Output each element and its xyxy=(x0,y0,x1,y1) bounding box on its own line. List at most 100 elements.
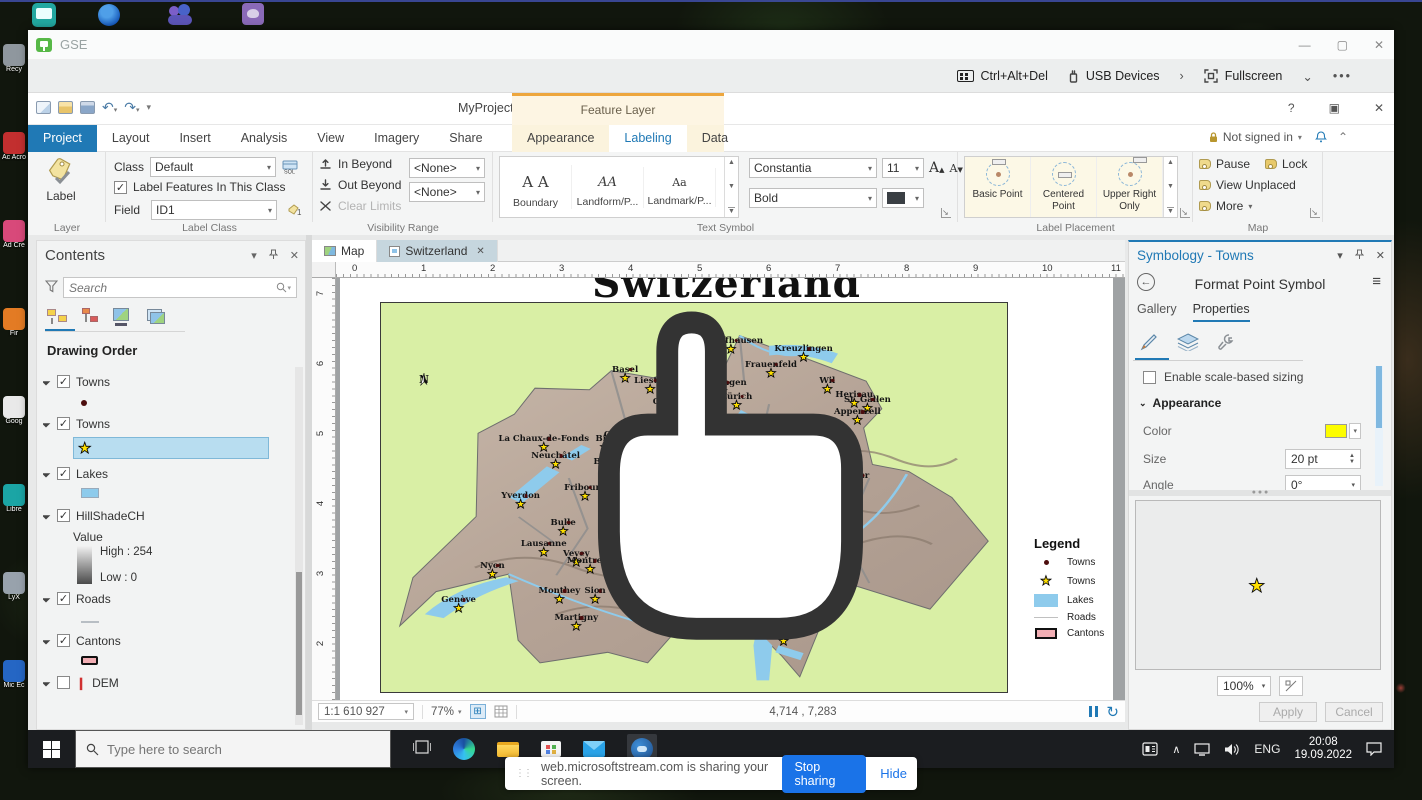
view-tab-map[interactable]: Map xyxy=(312,240,378,262)
label-placement-gallery[interactable]: Basic Point Centered Point Upper Right Onl… xyxy=(964,156,1178,218)
show-hidden-icons-chevron[interactable]: ∧ xyxy=(1172,743,1180,756)
tab-share[interactable]: Share xyxy=(434,125,497,152)
taskbar-clock[interactable]: 20:08 19.09.2022 xyxy=(1294,736,1352,762)
view-selection-icon[interactable] xyxy=(113,307,137,327)
desktop-shortcut[interactable]: Ac Acro xyxy=(1,132,27,161)
label-placement-option[interactable]: Basic Point xyxy=(965,157,1031,217)
layer-row[interactable]: ◢ ✓ Cantons xyxy=(43,630,291,651)
contents-scrollbar[interactable] xyxy=(295,367,303,725)
menu-icon[interactable]: ≡ xyxy=(1372,273,1381,290)
layer-row[interactable]: ◢ ❙ DEM xyxy=(43,672,291,693)
gallery-scrollbar[interactable]: ▲ ▼ ▼ xyxy=(1163,157,1177,217)
desktop-icon-people[interactable] xyxy=(168,4,192,26)
help-button[interactable]: ? xyxy=(1288,101,1295,115)
drag-grip-icon[interactable]: ⋮⋮ xyxy=(515,768,533,779)
symbol-layers-icon[interactable] xyxy=(1177,333,1199,351)
zoom-dropdown[interactable]: 77% ▾ xyxy=(431,706,462,718)
store-icon[interactable] xyxy=(541,741,561,757)
preview-zoom-dropdown[interactable]: 100% ▾ xyxy=(1217,676,1271,696)
layer-symbol-lake[interactable] xyxy=(81,487,291,501)
layer-name[interactable]: HillShadeCH xyxy=(76,509,145,523)
layer-checkbox-unchecked[interactable] xyxy=(57,676,70,689)
appearance-section-header[interactable]: ⌄ Appearance xyxy=(1139,392,1361,414)
preview-toggle-button[interactable] xyxy=(1279,676,1303,696)
view-drawing-order-icon[interactable] xyxy=(47,307,71,327)
map-dialog-launcher[interactable]: ↘ xyxy=(1310,208,1320,218)
tab-imagery[interactable]: Imagery xyxy=(359,125,434,152)
gse-minimize-button[interactable]: — xyxy=(1299,38,1311,52)
desktop-shortcut[interactable]: LyX xyxy=(1,572,27,601)
font-style-dropdown[interactable]: Bold ▾ xyxy=(749,188,877,208)
font-dropdown[interactable]: Constantia ▾ xyxy=(749,158,877,178)
save-project-icon[interactable] xyxy=(80,101,95,114)
out-beyond-button[interactable]: Out Beyond xyxy=(319,178,401,192)
view-unplaced-button[interactable]: View Unplaced xyxy=(1199,178,1296,192)
visibility-min-dropdown[interactable]: <None> ▾ xyxy=(409,182,485,202)
color-picker[interactable]: ▾ xyxy=(1325,423,1361,439)
text-color-dropdown[interactable]: ▾ xyxy=(882,188,924,208)
layer-row[interactable]: ◢ ✓ Roads xyxy=(43,588,291,609)
toolbar-collapse-chevron[interactable]: ⌄ xyxy=(1302,69,1312,84)
taskbar-search-input[interactable] xyxy=(107,741,357,757)
expand-arrow-icon[interactable]: ◢ xyxy=(43,634,53,646)
pause-labeling-button[interactable]: Pause xyxy=(1199,157,1250,171)
preview-splitter[interactable]: ● ● ● xyxy=(1129,489,1391,496)
apply-button[interactable]: Apply xyxy=(1259,702,1317,722)
desktop-shortcut[interactable]: Mic Ec xyxy=(1,660,27,689)
contents-search-box[interactable]: ▾ xyxy=(63,277,297,298)
tab-data[interactable]: Data xyxy=(687,125,743,152)
layer-checkbox-checked[interactable]: ✓ xyxy=(57,467,70,480)
layer-name[interactable]: DEM xyxy=(92,676,119,690)
in-beyond-button[interactable]: In Beyond xyxy=(319,157,392,171)
gse-close-button[interactable]: ✕ xyxy=(1374,38,1384,52)
layer-symbol-star-selected[interactable]: ★ xyxy=(73,437,269,459)
pane-menu-chevron[interactable]: ▾ xyxy=(1337,249,1343,262)
tab-layout[interactable]: Layout xyxy=(97,125,165,152)
view-tab-switzerland[interactable]: Switzerland ✕ xyxy=(377,240,498,262)
redo-button[interactable]: ↷▾ xyxy=(124,99,139,116)
text-symbol-style[interactable]: AA Landform/P... xyxy=(572,166,644,208)
layer-checkbox-checked[interactable]: ✓ xyxy=(57,592,70,605)
layer-name[interactable]: Roads xyxy=(76,592,111,606)
label-placement-option[interactable]: Upper Right Only xyxy=(1097,157,1163,217)
notification-bell-icon[interactable] xyxy=(1314,131,1327,143)
layer-row[interactable]: ◢ ✓ HillShadeCH xyxy=(43,505,291,526)
usb-devices-button[interactable]: USB Devices xyxy=(1068,69,1160,83)
layer-checkbox-checked[interactable]: ✓ xyxy=(57,375,70,388)
layer-row[interactable]: ◢ ✓ Lakes xyxy=(43,463,291,484)
size-input[interactable]: 20 pt ▲ ▼ xyxy=(1285,449,1361,469)
start-button[interactable] xyxy=(43,740,60,758)
layer-name[interactable]: Towns xyxy=(76,417,110,431)
gallery-scrollbar[interactable]: ▲ ▼ ▼ xyxy=(724,157,738,217)
taskbar-search-box[interactable] xyxy=(75,730,391,768)
tab-view[interactable]: View xyxy=(302,125,359,152)
layer-checkbox-checked[interactable]: ✓ xyxy=(57,634,70,647)
new-project-icon[interactable] xyxy=(36,101,51,114)
filter-icon[interactable] xyxy=(45,280,58,293)
edge-icon[interactable] xyxy=(453,738,475,760)
layer-checkbox-checked[interactable]: ✓ xyxy=(57,417,70,430)
map-frame[interactable]: Schaffhausen ★ Kreuzlingen ★ Frauenfeld ★ Wil ★… xyxy=(380,302,1008,693)
action-center-icon[interactable] xyxy=(1366,742,1382,756)
arcgis-restore-button[interactable]: ▣ xyxy=(1329,101,1340,115)
visibility-max-dropdown[interactable]: <None> ▾ xyxy=(409,158,485,178)
scale-dropdown[interactable]: 1:1 610 927 ▾ xyxy=(318,703,414,720)
close-tab-icon[interactable]: ✕ xyxy=(476,246,484,257)
network-icon[interactable] xyxy=(1194,742,1211,756)
hide-sharing-bar-link[interactable]: Hide xyxy=(880,766,907,781)
sign-in-status[interactable]: Not signed in ▾ ⌃ xyxy=(1209,130,1348,144)
mail-icon[interactable] xyxy=(583,741,605,757)
file-explorer-icon[interactable] xyxy=(497,741,519,757)
layer-checkbox-checked[interactable]: ✓ xyxy=(57,509,70,522)
layer-row[interactable]: ◢ ✓ Towns xyxy=(43,413,291,434)
desktop-icon-gimp[interactable] xyxy=(242,3,264,25)
expand-arrow-icon[interactable]: ◢ xyxy=(43,417,53,429)
ctrl-alt-del-button[interactable]: Ctrl+Alt+Del xyxy=(956,69,1048,83)
volume-icon[interactable] xyxy=(1224,743,1240,756)
pane-close-icon[interactable]: ✕ xyxy=(290,249,299,262)
view-topology-icon[interactable] xyxy=(80,307,104,327)
more-button[interactable]: More ▾ xyxy=(1199,199,1252,213)
desktop-shortcut[interactable]: Libre xyxy=(1,484,27,513)
grid-tool-icon[interactable] xyxy=(494,705,508,718)
open-project-icon[interactable] xyxy=(58,101,73,114)
